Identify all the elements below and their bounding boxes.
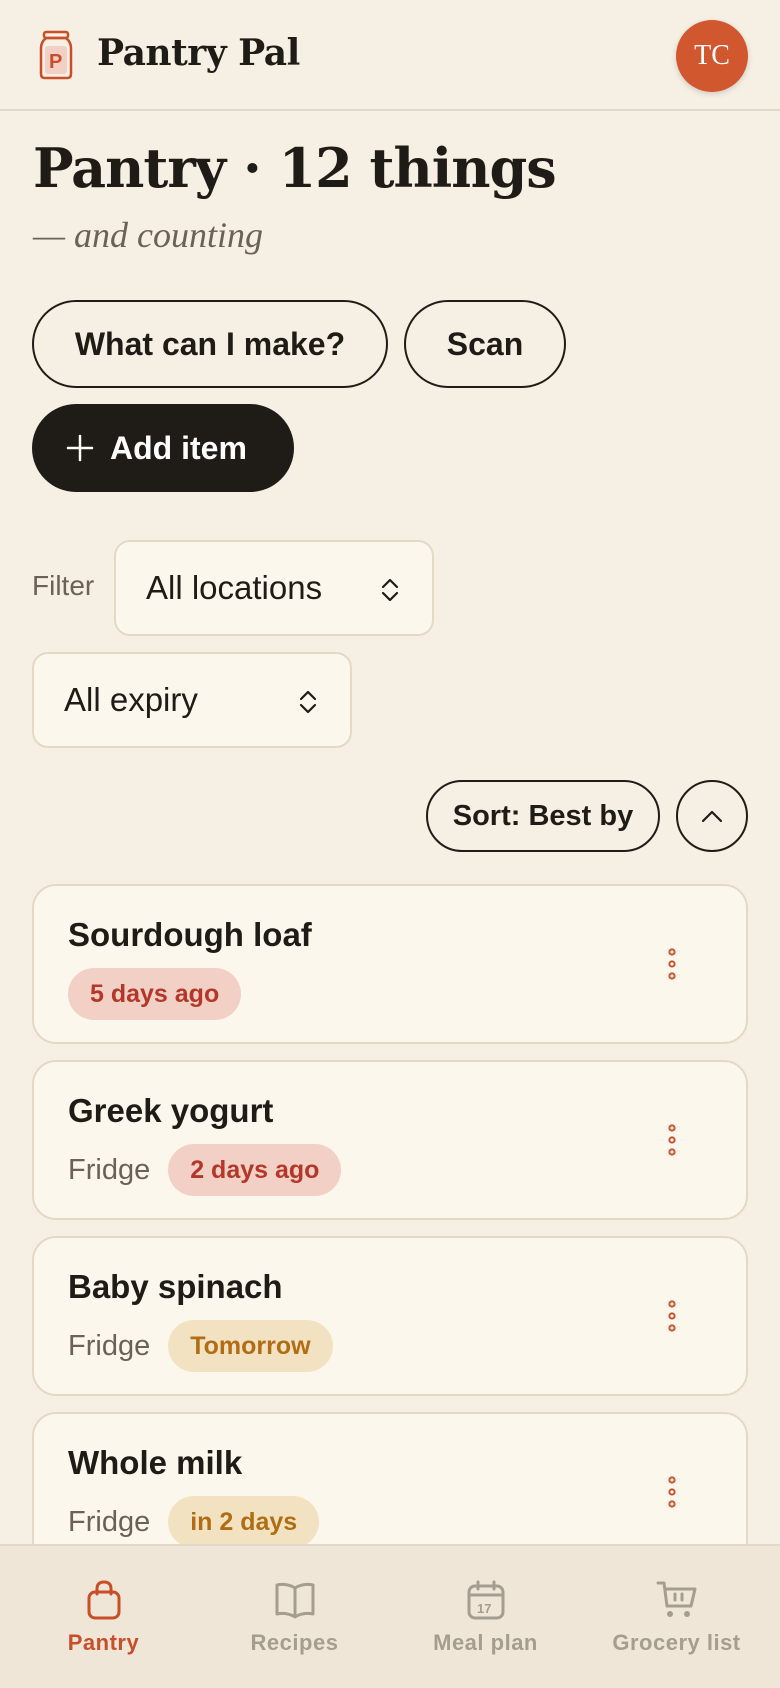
item-meta: Fridge 2 days ago — [68, 1144, 342, 1196]
scan-button[interactable]: Scan — [404, 300, 566, 388]
app-header: P Pantry Pal TC — [0, 0, 780, 111]
sort-direction-button[interactable] — [676, 780, 748, 852]
nav-label: Recipes — [250, 1630, 339, 1655]
svg-text:P: P — [49, 51, 62, 73]
location-select-value: All locations — [146, 569, 323, 606]
item-meta: Fridge Tomorrow — [68, 1320, 333, 1372]
nav-label: Pantry — [67, 1630, 140, 1655]
more-options-icon[interactable] — [666, 946, 678, 982]
item-name: Sourdough loaf — [68, 916, 312, 953]
more-options-icon[interactable] — [666, 1298, 678, 1334]
bag-icon — [87, 1580, 120, 1620]
what-can-i-make-button[interactable]: What can I make? — [32, 300, 388, 388]
expiry-badge: 5 days ago — [68, 968, 242, 1020]
list-item[interactable]: Baby spinach Fridge Tomorrow — [32, 1236, 748, 1396]
sort-button[interactable]: Sort: Best by — [426, 780, 660, 852]
cart-icon — [656, 1581, 696, 1617]
updown-chevron-icon — [381, 578, 399, 602]
item-location: Fridge — [68, 1329, 151, 1362]
list-item[interactable]: Sourdough loaf 5 days ago — [32, 884, 748, 1044]
plus-icon — [66, 434, 94, 462]
item-meta: Fridge in 2 days — [68, 1496, 320, 1548]
page-subtitle: — and counting — [33, 215, 263, 255]
nav-item-grocery-list[interactable]: Grocery list — [579, 1546, 774, 1688]
filter-label: Filter — [32, 570, 95, 601]
updown-chevron-icon — [299, 690, 317, 714]
nav-label: Meal plan — [433, 1630, 538, 1655]
app-title: Pantry Pal — [97, 32, 300, 74]
list-item[interactable]: Greek yogurt Fridge 2 days ago — [32, 1060, 748, 1220]
item-location: Fridge — [68, 1153, 151, 1186]
avatar[interactable]: TC — [676, 20, 748, 92]
more-options-icon[interactable] — [666, 1474, 678, 1510]
pantry-jar-icon: P — [39, 30, 73, 80]
item-name: Greek yogurt — [68, 1092, 274, 1129]
svg-text:17: 17 — [477, 1601, 491, 1616]
page-title: Pantry · 12 things — [33, 136, 557, 200]
expiry-badge: Tomorrow — [168, 1320, 333, 1372]
book-icon — [275, 1582, 314, 1619]
expiry-select-value: All expiry — [64, 681, 198, 718]
nav-item-recipes[interactable]: Recipes — [197, 1546, 392, 1688]
expiry-select[interactable]: All expiry — [32, 652, 352, 748]
add-item-button[interactable]: Add item — [32, 404, 294, 492]
location-select[interactable]: All locations — [114, 540, 434, 636]
item-meta: 5 days ago — [68, 968, 242, 1020]
more-options-icon[interactable] — [666, 1122, 678, 1158]
expiry-badge: in 2 days — [168, 1496, 320, 1548]
chevron-up-icon — [701, 810, 723, 823]
item-location: Fridge — [68, 1505, 151, 1538]
nav-item-pantry[interactable]: Pantry — [6, 1546, 201, 1688]
add-item-label: Add item — [110, 429, 247, 466]
nav-label: Grocery list — [612, 1630, 741, 1655]
item-name: Baby spinach — [68, 1268, 283, 1305]
nav-item-meal-plan[interactable]: 17 Meal plan — [388, 1546, 583, 1688]
calendar-icon: 17 — [467, 1580, 504, 1620]
expiry-badge: 2 days ago — [168, 1144, 342, 1196]
item-name: Whole milk — [68, 1444, 243, 1481]
bottom-nav: Pantry Recipes 17 Meal plan Grocery list — [0, 1544, 780, 1688]
